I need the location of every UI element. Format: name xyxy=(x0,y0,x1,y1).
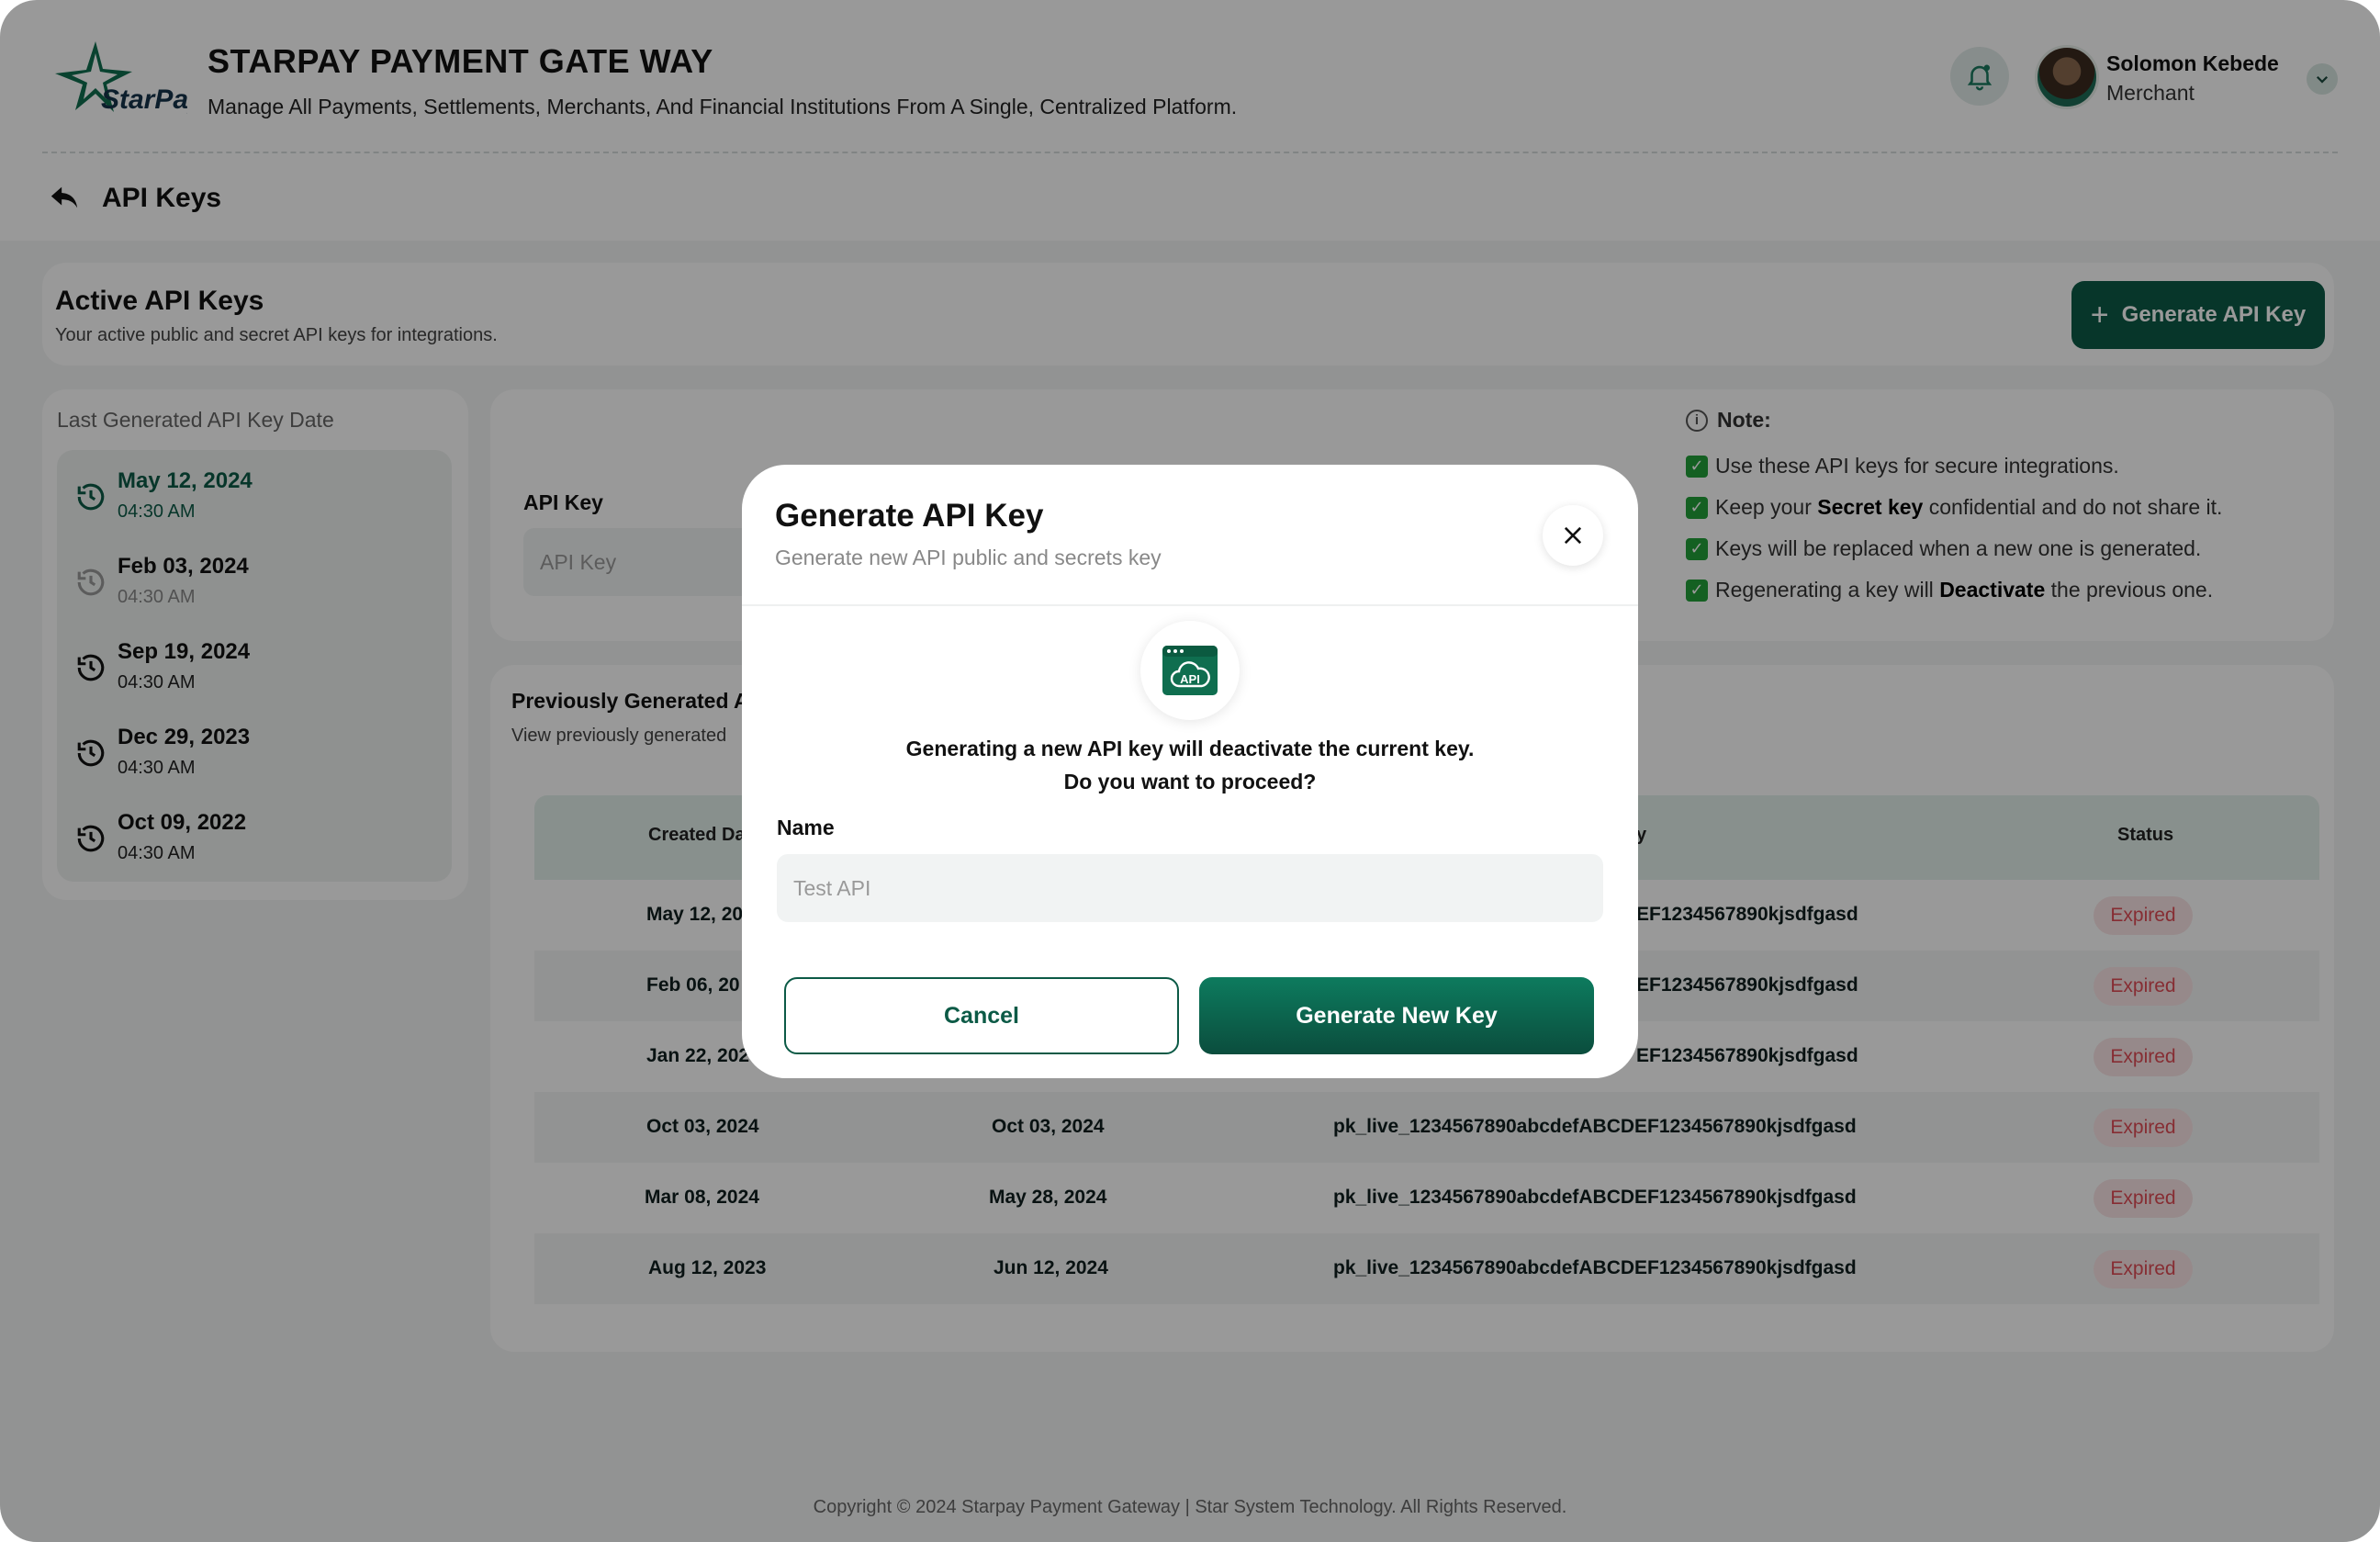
name-label: Name xyxy=(777,816,835,839)
modal-title: Generate API Key xyxy=(775,498,1044,534)
api-cloud-icon: API xyxy=(1162,646,1218,695)
close-icon xyxy=(1564,526,1582,545)
modal-message-line2: Do you want to proceed? xyxy=(1063,770,1317,794)
modal-message-line1: Generating a new API key will deactivate… xyxy=(905,737,1475,760)
svg-text:API: API xyxy=(1180,672,1200,686)
modal-divider xyxy=(742,604,1638,606)
cancel-button[interactable]: Cancel xyxy=(784,977,1179,1054)
modal-close-button[interactable] xyxy=(1543,505,1603,566)
generate-api-key-modal: Generate API Key Generate new API public… xyxy=(742,465,1638,1078)
name-input[interactable] xyxy=(777,854,1603,922)
generate-new-key-button[interactable]: Generate New Key xyxy=(1199,977,1594,1054)
api-icon-container: API xyxy=(1140,621,1240,720)
modal-subtitle: Generate new API public and secrets key xyxy=(775,546,1162,569)
